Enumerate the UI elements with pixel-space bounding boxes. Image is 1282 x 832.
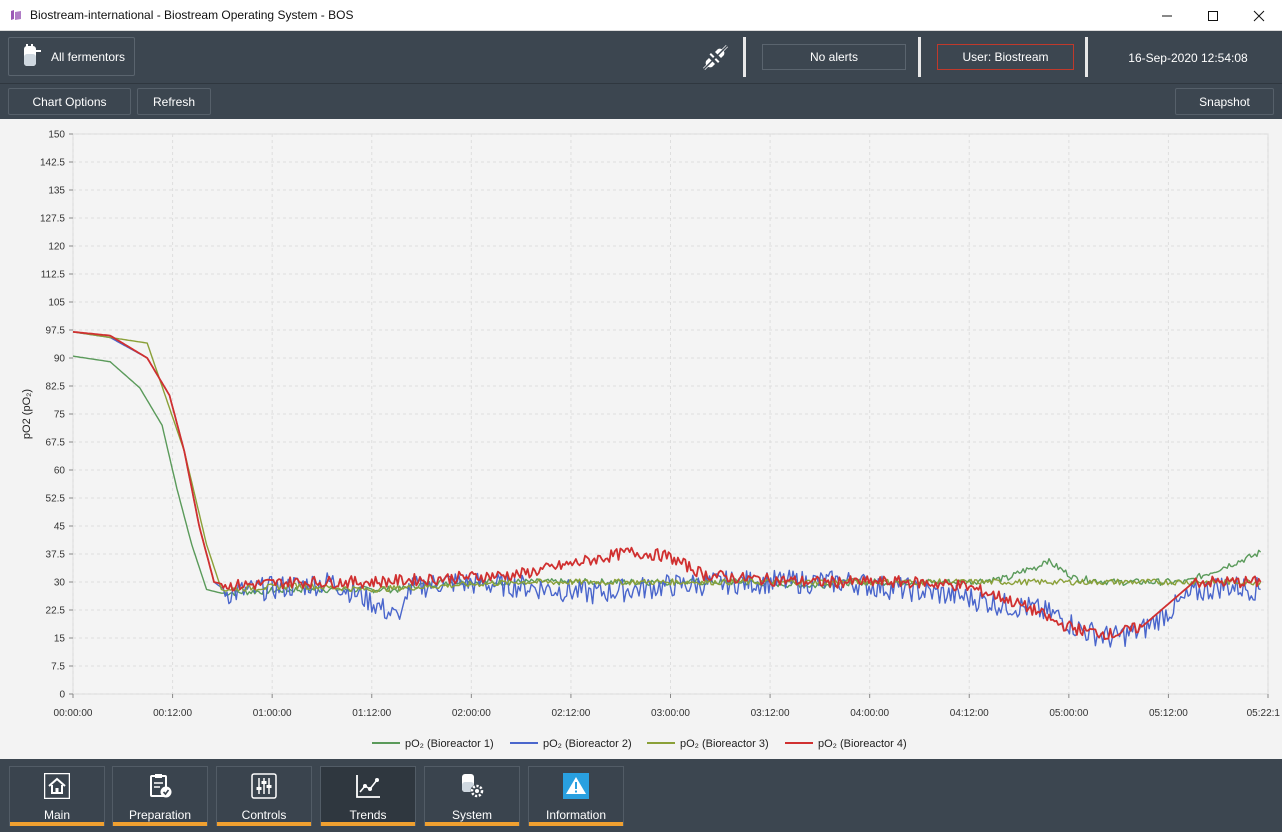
tab-underline [217, 822, 311, 826]
tab-underline [113, 822, 207, 826]
minimize-button[interactable] [1144, 0, 1190, 31]
x-tick-label: 02:00:00 [452, 708, 491, 719]
y-tick-label: 7.5 [51, 662, 65, 673]
all-fermentors-label: All fermentors [51, 49, 126, 64]
y-tick-label: 82.5 [46, 382, 66, 393]
tab-main[interactable]: Main [9, 766, 105, 826]
legend-label: pO₂ (Bioreactor 3) [680, 738, 769, 750]
x-tick-label: 03:00:00 [651, 708, 690, 719]
maximize-button[interactable] [1190, 0, 1236, 31]
window-title: Biostream-international - Biostream Oper… [30, 8, 354, 22]
y-tick-label: 112.5 [41, 270, 66, 281]
trend-chart-svg[interactable]: 0 7.5 15 22.5 30 37.5 45 52.5 60 67.5 75 82.5 90 97.5… [0, 119, 1282, 759]
y-axis-label: pO2 (pO₂) [21, 389, 33, 439]
user-button[interactable]: User: Biostream [937, 44, 1074, 70]
y-tick-label: 37.5 [46, 550, 66, 561]
tab-system-label: System [451, 808, 492, 822]
tab-controls-label: Controls [241, 808, 287, 822]
y-tick-label: 30 [54, 578, 66, 589]
window-titlebar: Biostream-international - Biostream Oper… [0, 0, 1282, 31]
y-tick-label: 97.5 [46, 326, 66, 337]
minimize-icon [1162, 15, 1172, 16]
current-datetime: 16-Sep-2020 12:54:08 [1128, 51, 1248, 65]
fermentor-icon [24, 43, 41, 66]
tab-system[interactable]: System [424, 766, 520, 826]
y-tick-label: 45 [54, 522, 66, 533]
tab-underline [321, 822, 415, 826]
legend-label: pO₂ (Bioreactor 4) [818, 738, 907, 750]
refresh-label: Refresh [152, 94, 196, 109]
y-tick-label: 52.5 [46, 494, 66, 505]
y-tick-label: 15 [54, 634, 66, 645]
tab-underline [10, 822, 104, 826]
close-icon [1253, 10, 1265, 21]
alerts-indicator[interactable]: No alerts [762, 44, 906, 70]
top-header: All fermentors No alerts User: Biostream… [0, 31, 1282, 83]
x-tick-label: 04:12:00 [950, 708, 989, 719]
chart-options-label: Chart Options [32, 94, 107, 109]
all-fermentors-button[interactable]: All fermentors [8, 37, 135, 76]
tab-controls[interactable]: Controls [216, 766, 312, 826]
x-tick-label: 05:12:00 [1149, 708, 1188, 719]
chart-options-button[interactable]: Chart Options [8, 88, 131, 115]
warning-icon [563, 773, 589, 799]
x-tick-label: 05:00:00 [1049, 708, 1088, 719]
x-tick-label: 00:12:00 [153, 708, 192, 719]
legend-label: pO₂ (Bioreactor 2) [543, 738, 632, 750]
sliders-icon [251, 773, 277, 799]
x-tick-label: 04:00:00 [850, 708, 889, 719]
y-tick-label: 67.5 [46, 438, 66, 449]
y-tick-label: 142.5 [40, 158, 65, 169]
user-label: User: Biostream [962, 50, 1049, 64]
y-tick-label: 60 [54, 466, 66, 477]
tab-underline [425, 822, 519, 826]
y-tick-label: 105 [48, 298, 65, 309]
snapshot-label: Snapshot [1199, 94, 1250, 109]
x-tick-label: 01:12:00 [352, 708, 391, 719]
bottom-navigation: Main Preparation Controls Trends System … [0, 759, 1282, 832]
y-tick-label: 127.5 [40, 214, 65, 225]
snapshot-button[interactable]: Snapshot [1175, 88, 1274, 115]
chart-legend: pO₂ (Bioreactor 1) pO₂ (Bioreactor 2) pO₂ … [372, 738, 907, 750]
header-divider [743, 37, 746, 77]
tab-information[interactable]: Information [528, 766, 624, 826]
trend-chart-icon [356, 775, 380, 798]
y-tick-label: 90 [54, 354, 66, 365]
tab-main-label: Main [43, 808, 70, 822]
x-tick-label: 02:12:00 [551, 708, 590, 719]
close-button[interactable] [1236, 0, 1282, 31]
x-tick-label: 05:22:1 [1247, 708, 1281, 719]
system-gear-icon [462, 774, 484, 798]
header-divider [1085, 37, 1088, 77]
tab-preparation[interactable]: Preparation [112, 766, 208, 826]
legend-label: pO₂ (Bioreactor 1) [405, 738, 494, 750]
alerts-label: No alerts [809, 50, 859, 64]
tab-information-label: Information [545, 808, 607, 822]
chart-toolbar: Chart Options Refresh Snapshot [0, 83, 1282, 119]
maximize-icon [1208, 10, 1218, 21]
header-divider [918, 37, 921, 77]
y-tick-label: 0 [59, 690, 65, 701]
tab-trends[interactable]: Trends [320, 766, 416, 826]
y-tick-label: 75 [54, 410, 66, 421]
x-tick-label: 01:00:00 [253, 708, 292, 719]
y-axis-ticks: 0 7.5 15 22.5 30 37.5 45 52.5 60 67.5 75 82.5 90 97.5… [40, 130, 73, 701]
clipboard-check-icon [150, 774, 172, 798]
refresh-button[interactable]: Refresh [137, 88, 211, 115]
tab-preparation-label: Preparation [128, 808, 192, 822]
y-tick-label: 22.5 [46, 606, 66, 617]
y-tick-label: 120 [48, 242, 65, 253]
y-tick-label: 150 [48, 130, 65, 141]
x-tick-label: 03:12:00 [751, 708, 790, 719]
home-icon [44, 773, 70, 799]
tab-trends-label: Trends [349, 808, 387, 822]
disconnected-plug-icon [700, 43, 730, 73]
x-axis-ticks: 00:00:00 00:12:00 01:00:00 01:12:00 02:00:00… [54, 694, 1281, 719]
y-tick-label: 135 [48, 186, 65, 197]
tab-underline [529, 822, 623, 826]
trend-chart[interactable]: 0 7.5 15 22.5 30 37.5 45 52.5 60 67.5 75 82.5 90 97.5… [0, 119, 1282, 759]
x-tick-label: 00:00:00 [54, 708, 93, 719]
app-logo-icon [11, 10, 21, 20]
